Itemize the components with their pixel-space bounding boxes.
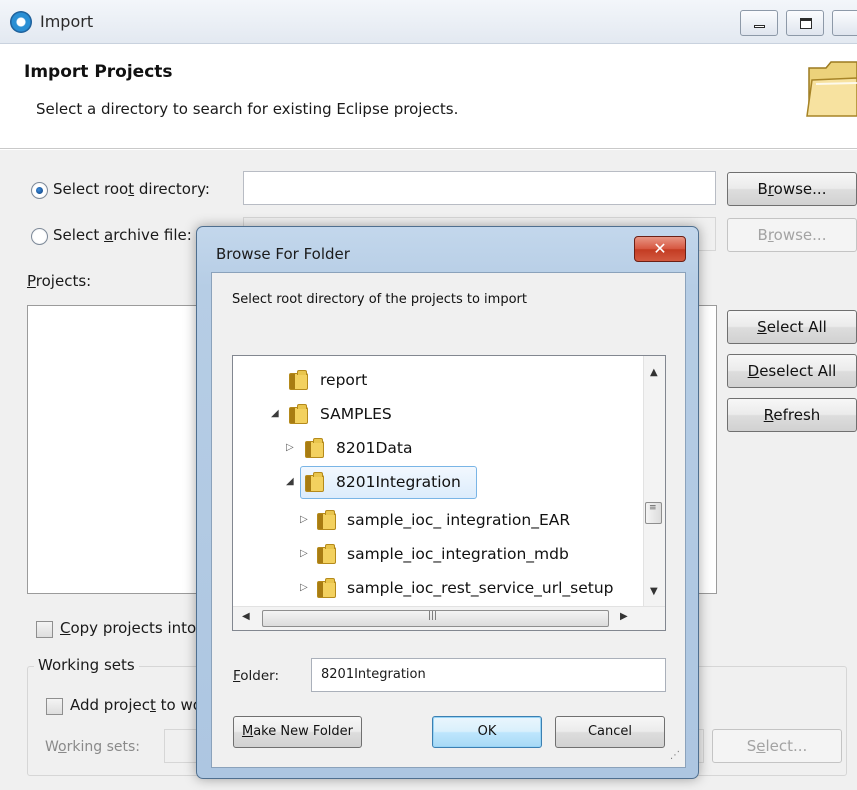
dialog-title: Browse For Folder — [216, 245, 350, 263]
root-browse-button[interactable]: Browse... — [727, 172, 857, 206]
minimize-icon — [754, 25, 765, 28]
cancel-button[interactable]: Cancel — [555, 716, 665, 748]
scroll-down-arrow-icon[interactable]: ▼ — [650, 586, 658, 597]
add-to-working-sets-checkbox[interactable] — [46, 698, 63, 715]
projects-label: Projects: — [27, 272, 92, 290]
main-close-button[interactable] — [832, 10, 857, 36]
working-sets-select-button[interactable]: Select... — [712, 729, 842, 763]
minimize-button[interactable] — [740, 10, 778, 36]
dialog-description: Select root directory of the projects to… — [232, 292, 527, 307]
scroll-grip-icon: ||| — [428, 611, 438, 621]
tree-item-samples[interactable]: SAMPLES — [320, 405, 392, 423]
folder-icon — [289, 370, 308, 390]
collapsed-arrow-icon[interactable]: ▷ — [300, 582, 308, 593]
maximize-icon — [800, 18, 812, 29]
folder-icon — [289, 404, 308, 424]
root-directory-input[interactable] — [243, 171, 716, 205]
expanded-arrow-icon[interactable]: ◢ — [271, 408, 279, 419]
expanded-arrow-icon[interactable]: ◢ — [286, 476, 294, 487]
folder-icon — [317, 544, 336, 564]
folder-icon — [317, 510, 336, 530]
archive-file-label: Select archive file: — [53, 226, 192, 244]
resize-grip-icon[interactable]: ⋰ — [670, 750, 680, 761]
tree-item-rest-service[interactable]: sample_ioc_rest_service_url_setup — [347, 579, 614, 597]
scroll-right-arrow-icon[interactable]: ▶ — [620, 611, 628, 622]
refresh-button[interactable]: Refresh — [727, 398, 857, 432]
tree-item-report[interactable]: report — [320, 371, 367, 389]
root-directory-label: Select root directory: — [53, 180, 210, 198]
scroll-up-arrow-icon[interactable]: ▲ — [650, 367, 658, 378]
page-title: Import Projects — [24, 62, 173, 82]
make-new-folder-button[interactable]: Make New Folder — [233, 716, 362, 748]
eclipse-app-icon — [10, 11, 32, 33]
folder-icon — [806, 61, 857, 117]
page-description: Select a directory to search for existin… — [36, 100, 459, 118]
folder-icon — [305, 472, 324, 492]
archive-browse-button[interactable]: Browse... — [727, 218, 857, 252]
wizard-header — [0, 45, 857, 149]
tree-item-integration-ear[interactable]: sample_ioc_ integration_EAR — [347, 511, 570, 529]
scroll-grip-icon: ≡ — [649, 503, 657, 513]
tree-item-8201data[interactable]: 8201Data — [336, 439, 412, 457]
root-directory-radio[interactable] — [31, 182, 48, 199]
close-icon: ✕ — [653, 239, 667, 258]
maximize-button[interactable] — [786, 10, 824, 36]
folder-label: Folder: — [233, 668, 280, 684]
collapsed-arrow-icon[interactable]: ▷ — [286, 442, 294, 453]
ok-button[interactable]: OK — [432, 716, 542, 748]
working-sets-group-label: Working sets — [34, 656, 139, 674]
collapsed-arrow-icon[interactable]: ▷ — [300, 548, 308, 559]
dialog-close-button[interactable]: ✕ — [634, 236, 686, 262]
folder-icon — [317, 578, 336, 598]
folder-icon — [305, 438, 324, 458]
window-title: Import — [40, 12, 94, 31]
select-all-button[interactable]: Select All — [727, 310, 857, 344]
archive-file-radio[interactable] — [31, 228, 48, 245]
collapsed-arrow-icon[interactable]: ▷ — [300, 514, 308, 525]
tree-item-8201integration[interactable]: 8201Integration — [336, 473, 461, 491]
tree-item-integration-mdb[interactable]: sample_ioc_integration_mdb — [347, 545, 569, 563]
import-title-bar — [0, 0, 857, 44]
vertical-scrollbar[interactable] — [643, 356, 665, 606]
copy-projects-checkbox[interactable] — [36, 621, 53, 638]
folder-input[interactable]: 8201Integration — [311, 658, 666, 692]
working-sets-label: Working sets: — [45, 739, 140, 755]
deselect-all-button[interactable]: Deselect All — [727, 354, 857, 388]
scroll-left-arrow-icon[interactable]: ◀ — [242, 611, 250, 622]
